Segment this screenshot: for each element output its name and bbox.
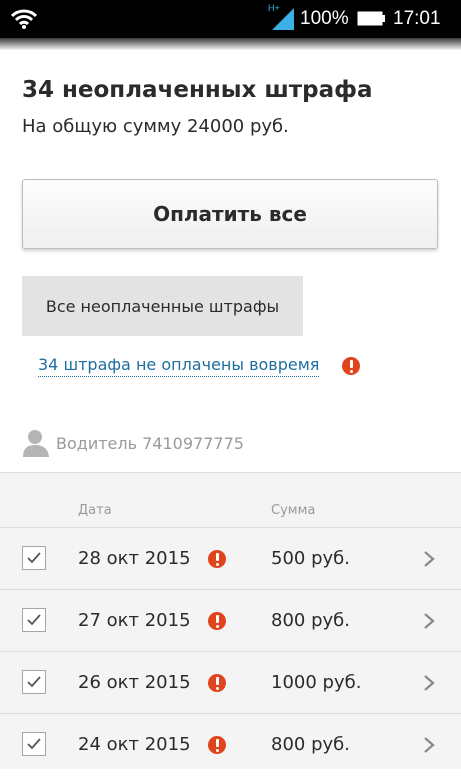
check-icon: [27, 552, 41, 564]
chevron-right-icon[interactable]: [423, 736, 435, 754]
row-checkbox[interactable]: [22, 546, 46, 570]
clock: 17:01: [393, 8, 441, 29]
unpaid-filter-button[interactable]: Все неоплаченные штрафы: [22, 276, 303, 336]
fines-table: Дата Сумма 28 окт 2015 500 руб. 27 окт 2…: [0, 472, 461, 769]
fine-date: 24 окт 2015: [78, 734, 191, 755]
fine-date: 27 окт 2015: [78, 610, 191, 631]
column-header-date: Дата: [78, 503, 112, 518]
driver-info: Водитель 7410977775: [22, 428, 244, 458]
table-row[interactable]: 28 окт 2015 500 руб.: [0, 527, 461, 590]
fine-sum: 800 руб.: [271, 734, 350, 755]
table-row[interactable]: 24 окт 2015 800 руб.: [0, 713, 461, 776]
page-title: 34 неоплаченных штрафа: [22, 77, 373, 103]
check-icon: [27, 738, 41, 750]
fine-date: 28 окт 2015: [78, 548, 191, 569]
fine-sum: 1000 руб.: [271, 672, 362, 693]
chevron-right-icon[interactable]: [423, 612, 435, 630]
alert-icon: [342, 357, 360, 375]
action-bar-shadow: [0, 38, 461, 50]
wifi-icon: [11, 9, 37, 29]
overdue-fines-link[interactable]: 34 штрафа не оплачены вовремя: [38, 355, 320, 377]
battery-level: 100%: [300, 8, 349, 29]
person-icon: [23, 430, 49, 457]
alert-icon: [208, 736, 226, 754]
row-checkbox[interactable]: [22, 670, 46, 694]
alert-icon: [208, 612, 226, 630]
row-checkbox[interactable]: [22, 608, 46, 632]
chevron-right-icon[interactable]: [423, 550, 435, 568]
battery-icon: [357, 11, 385, 26]
fine-sum: 500 руб.: [271, 548, 350, 569]
fine-date: 26 окт 2015: [78, 672, 191, 693]
table-row[interactable]: 27 окт 2015 800 руб.: [0, 589, 461, 652]
row-checkbox[interactable]: [22, 732, 46, 756]
fine-sum: 800 руб.: [271, 610, 350, 631]
total-amount: На общую сумму 24000 руб.: [22, 116, 289, 137]
status-bar: H+ 100% 17:01: [0, 0, 461, 38]
table-row[interactable]: 26 окт 2015 1000 руб.: [0, 651, 461, 714]
column-header-sum: Сумма: [271, 503, 316, 518]
driver-label: Водитель 7410977775: [56, 433, 244, 453]
chevron-right-icon[interactable]: [423, 674, 435, 692]
signal-icon: [272, 8, 294, 30]
check-icon: [27, 676, 41, 688]
pay-all-button[interactable]: Оплатить все: [22, 179, 438, 249]
check-icon: [27, 614, 41, 626]
alert-icon: [208, 550, 226, 568]
alert-icon: [208, 674, 226, 692]
